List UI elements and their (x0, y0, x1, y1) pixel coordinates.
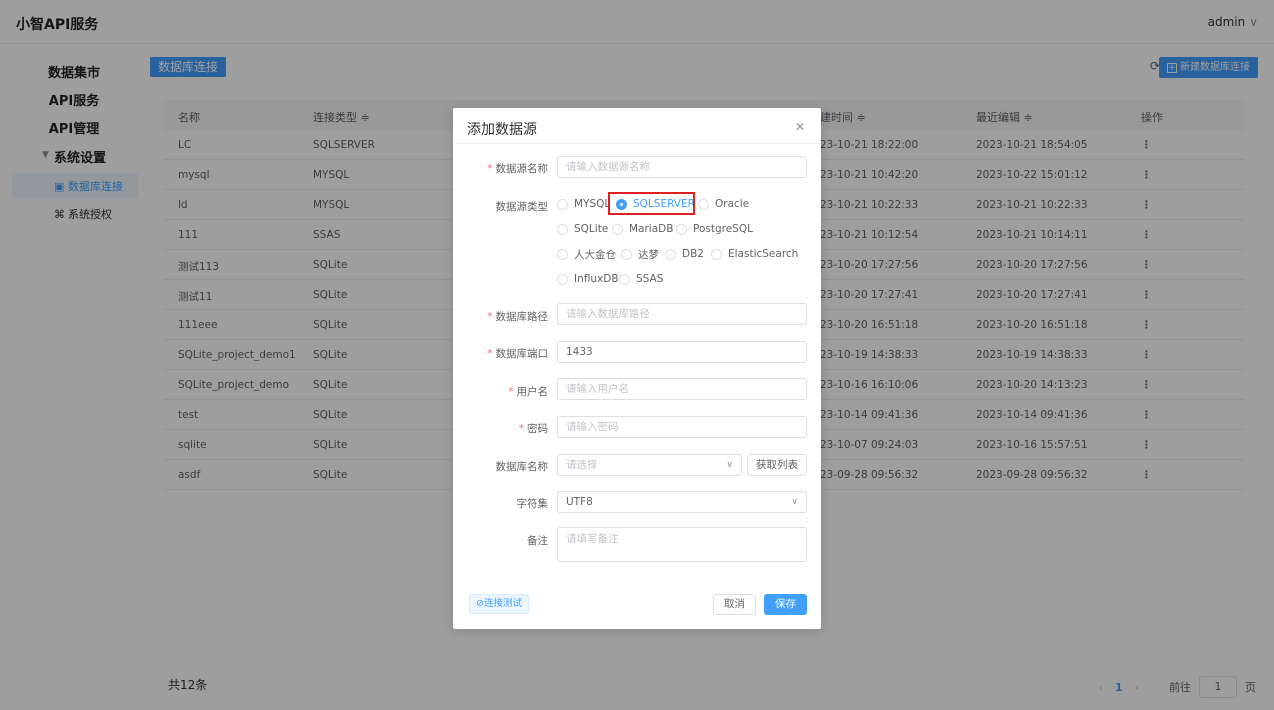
radio-circle-icon (557, 248, 568, 260)
username-input[interactable] (557, 378, 807, 400)
username-label: * 用户名 (508, 386, 548, 398)
radio-label: ElasticSearch (728, 248, 799, 260)
radio-circle-icon (557, 273, 568, 285)
radio-label: MariaDB (629, 223, 674, 235)
radio-influxdb[interactable]: InfluxDB (557, 271, 619, 287)
datasource-name-label: * 数据源名称 (487, 163, 548, 175)
radio-label: SSAS (636, 273, 664, 285)
radio-circle-icon (557, 198, 568, 210)
db-path-input[interactable] (557, 303, 807, 325)
db-name-select[interactable]: 请选择 ∨ (557, 454, 742, 476)
remark-textarea[interactable] (557, 527, 807, 562)
radio-oracle[interactable]: Oracle (698, 196, 749, 212)
radio-sqlite[interactable]: SQLite (557, 221, 608, 237)
remark-label: 备注 (527, 535, 548, 547)
charset-select[interactable]: UTF8 ∨ (557, 491, 807, 513)
cancel-button[interactable]: 取消 (713, 594, 756, 615)
add-datasource-dialog: 添加数据源 ✕ *数据源名称 数据源类型 MYSQLSQLSERVEROracl… (453, 108, 821, 629)
radio-circle-icon (698, 198, 709, 210)
radio-circle-icon (676, 223, 687, 235)
radio-circle-icon (612, 223, 623, 235)
db-path-label: * 数据库路径 (487, 311, 548, 323)
radio-label: SQLite (574, 223, 609, 235)
save-button[interactable]: 保存 (764, 594, 807, 615)
chevron-down-icon: ∨ (726, 460, 733, 470)
datasource-type-label: 数据源类型 (495, 201, 549, 213)
radio-db2[interactable]: DB2 (665, 246, 704, 262)
radio-达梦[interactable]: 达梦 (621, 246, 659, 262)
radio-mariadb[interactable]: MariaDB (612, 221, 673, 237)
close-icon[interactable]: ✕ (795, 120, 805, 134)
highlight-box (608, 192, 695, 215)
radio-circle-icon (621, 248, 632, 260)
db-name-label: 数据库名称 (495, 461, 549, 473)
radio-postgresql[interactable]: PostgreSQL (676, 221, 753, 237)
password-label: * 密码 (518, 423, 548, 435)
password-input[interactable] (557, 416, 807, 438)
dialog-divider (453, 143, 821, 144)
radio-label: DB2 (682, 248, 704, 260)
radio-label: PostgreSQL (693, 223, 753, 235)
datasource-name-input[interactable] (557, 156, 807, 178)
radio-label: 达梦 (638, 248, 659, 261)
radio-circle-icon (665, 248, 676, 260)
radio-circle-icon (711, 248, 722, 260)
fetch-list-button[interactable]: 获取列表 (747, 454, 807, 476)
radio-ssas[interactable]: SSAS (619, 271, 663, 287)
chevron-down-icon: ∨ (791, 497, 798, 507)
radio-label: Oracle (715, 198, 750, 210)
radio-elasticsearch[interactable]: ElasticSearch (711, 246, 798, 262)
radio-人大金仓[interactable]: 人大金仓 (557, 246, 616, 262)
radio-label: 人大金仓 (574, 248, 616, 261)
db-port-label: * 数据库端口 (487, 348, 548, 360)
radio-label: InfluxDB (574, 273, 619, 285)
radio-circle-icon (557, 223, 568, 235)
db-port-input[interactable]: 1433 (557, 341, 807, 363)
charset-label: 字符集 (516, 498, 549, 510)
dialog-title: 添加数据源 (467, 122, 537, 138)
connection-test-button[interactable]: ⊘连接测试 (469, 594, 529, 614)
radio-label: MYSQL (574, 198, 611, 210)
radio-mysql[interactable]: MYSQL (557, 196, 610, 212)
radio-circle-icon (619, 273, 630, 285)
